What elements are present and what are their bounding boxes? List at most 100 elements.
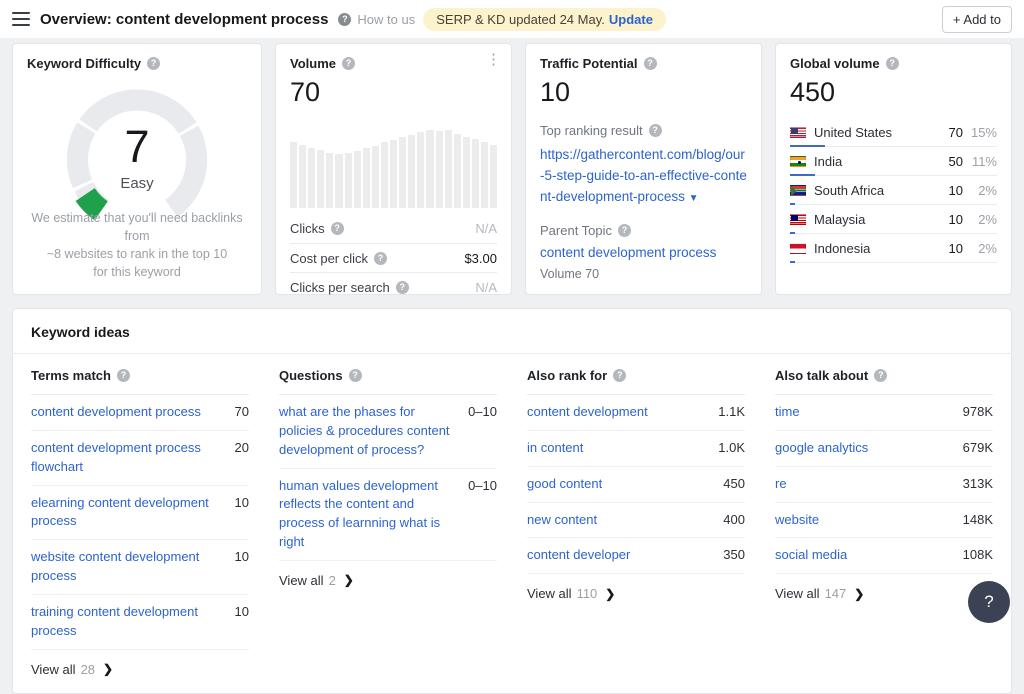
column-header: Also talk about ? — [775, 354, 993, 395]
volume-stat-row: Cost per click?$3.00 — [290, 243, 497, 272]
keyword-volume: 10 — [235, 494, 249, 532]
flag-icon-in — [790, 156, 806, 167]
keyword-link[interactable]: what are the phases for policies & proce… — [279, 403, 460, 460]
keyword-link[interactable]: content developer — [527, 546, 630, 565]
help-icon[interactable]: ? — [374, 252, 387, 265]
keyword-link[interactable]: time — [775, 403, 800, 422]
help-icon[interactable]: ? — [342, 57, 355, 70]
column-header: Questions ? — [279, 354, 497, 395]
keyword-link[interactable]: training content development process — [31, 603, 227, 641]
view-all-label: View all — [279, 573, 324, 588]
column-rows: content development process70content dev… — [31, 395, 249, 650]
keyword-row: new content 400 — [527, 503, 745, 539]
help-icon[interactable]: ? — [644, 57, 657, 70]
keyword-link[interactable]: website — [775, 511, 819, 530]
help-icon[interactable]: ? — [613, 369, 626, 382]
help-fab-button[interactable]: ? — [968, 581, 1010, 623]
keyword-link[interactable]: in content — [527, 439, 583, 458]
help-icon[interactable]: ? — [396, 281, 409, 294]
keyword-link[interactable]: content development process — [31, 403, 201, 422]
keyword-row: training content development process10 — [31, 595, 249, 650]
help-icon[interactable]: ? — [874, 369, 887, 382]
keyword-link[interactable]: human values development reflects the co… — [279, 477, 460, 552]
volume-title: Volume — [290, 56, 336, 71]
serp-update-badge: SERP & KD updated 24 May.Update — [423, 8, 666, 31]
volume-trend-bar — [308, 148, 315, 208]
chevron-right-icon: ❯ — [854, 587, 864, 601]
traffic-potential-card: Traffic Potential ? 10 Top ranking resul… — [525, 43, 762, 295]
global-volume-value: 450 — [790, 77, 997, 108]
keyword-volume: 1.0K — [718, 439, 745, 458]
volume-trend-bar — [472, 139, 479, 208]
chevron-down-icon[interactable]: ▼ — [689, 193, 699, 204]
help-icon[interactable]: ? — [649, 124, 662, 137]
keyword-volume: 350 — [723, 546, 745, 565]
top-ranking-url-link[interactable]: https://gathercontent.com/blog/our-5-ste… — [540, 147, 747, 204]
keyword-volume: 400 — [723, 511, 745, 530]
keyword-link[interactable]: website content development process — [31, 548, 227, 586]
chevron-right-icon: ❯ — [605, 587, 615, 601]
country-name: United States — [814, 125, 937, 140]
volume-trend-chart — [290, 124, 497, 208]
stat-value: N/A — [475, 221, 497, 236]
volume-stats: Clicks? N/A Cost per click?$3.00Clicks per… — [290, 214, 497, 301]
update-link[interactable]: Update — [609, 12, 653, 27]
help-icon[interactable]: ? — [338, 13, 351, 26]
column-rows: content development 1.1K in content 1.0K goo… — [527, 395, 745, 574]
top-ranking-label-text: Top ranking result — [540, 123, 643, 138]
card-title: Volume ? — [290, 56, 497, 71]
difficulty-label: Easy — [27, 175, 247, 192]
keyword-row: content development 1.1K — [527, 395, 745, 431]
keyword-volume: 10 — [235, 548, 249, 586]
traffic-potential-value: 10 — [540, 77, 747, 108]
keyword-link[interactable]: elearning content development process — [31, 494, 227, 532]
view-all-terms-match[interactable]: View all 28 ❯ — [31, 650, 249, 677]
kebab-menu-icon[interactable]: ⋮ — [486, 52, 501, 67]
view-all-also-talk-about[interactable]: View all 147 ❯ — [775, 574, 993, 601]
stat-label-text: Clicks — [290, 221, 325, 236]
stat-label-text: Cost per click — [290, 251, 368, 266]
menu-icon[interactable] — [12, 12, 30, 26]
volume-trend-bar — [445, 130, 452, 208]
flag-icon-id — [790, 243, 806, 254]
help-icon[interactable]: ? — [618, 224, 631, 237]
flag-icon-us — [790, 127, 806, 138]
volume-trend-bar — [381, 142, 388, 208]
volume-stat-row: Clicks per search?N/A — [290, 272, 497, 301]
view-all-count: 2 — [329, 573, 336, 588]
keyword-link[interactable]: re — [775, 475, 787, 494]
keyword-link[interactable]: google analytics — [775, 439, 868, 458]
also-talk-about-header: Also talk about — [775, 368, 868, 383]
view-all-questions[interactable]: View all 2 ❯ — [279, 561, 497, 588]
help-icon[interactable]: ? — [117, 369, 130, 382]
volume-trend-bar — [390, 140, 397, 208]
country-name: India — [814, 154, 937, 169]
view-all-also-rank-for[interactable]: View all 110 ❯ — [527, 574, 745, 601]
keyword-row: content development process flowchart20 — [31, 431, 249, 486]
help-icon[interactable]: ? — [331, 222, 344, 235]
add-to-button[interactable]: + Add to — [942, 6, 1012, 33]
keyword-row: in content 1.0K — [527, 431, 745, 467]
country-row: United States7015% — [790, 118, 997, 147]
parent-topic-link[interactable]: content development process — [540, 245, 716, 260]
keyword-volume: 0–10 — [468, 477, 497, 552]
stat-label: Cost per click? — [290, 251, 387, 266]
keyword-link[interactable]: content development — [527, 403, 648, 422]
help-icon[interactable]: ? — [349, 369, 362, 382]
questions-header: Questions — [279, 368, 343, 383]
keyword-row: good content450 — [527, 467, 745, 503]
keyword-volume: 1.1K — [718, 403, 745, 422]
keyword-link[interactable]: good content — [527, 475, 602, 494]
view-all-count: 147 — [825, 586, 847, 601]
card-title: Traffic Potential ? — [540, 56, 747, 71]
help-icon[interactable]: ? — [886, 57, 899, 70]
keyword-row: website148K — [775, 503, 993, 539]
keyword-link[interactable]: content development process flowchart — [31, 439, 227, 477]
keyword-volume: 0–10 — [468, 403, 497, 460]
global-volume-card: Global volume ? 450 United States7015%In… — [775, 43, 1012, 295]
help-icon[interactable]: ? — [147, 57, 160, 70]
keyword-link[interactable]: social media — [775, 546, 847, 565]
note-line: ~8 websites to rank in the top 10 — [23, 245, 251, 263]
how-to-use-link[interactable]: How to us — [357, 12, 415, 27]
keyword-link[interactable]: new content — [527, 511, 597, 530]
